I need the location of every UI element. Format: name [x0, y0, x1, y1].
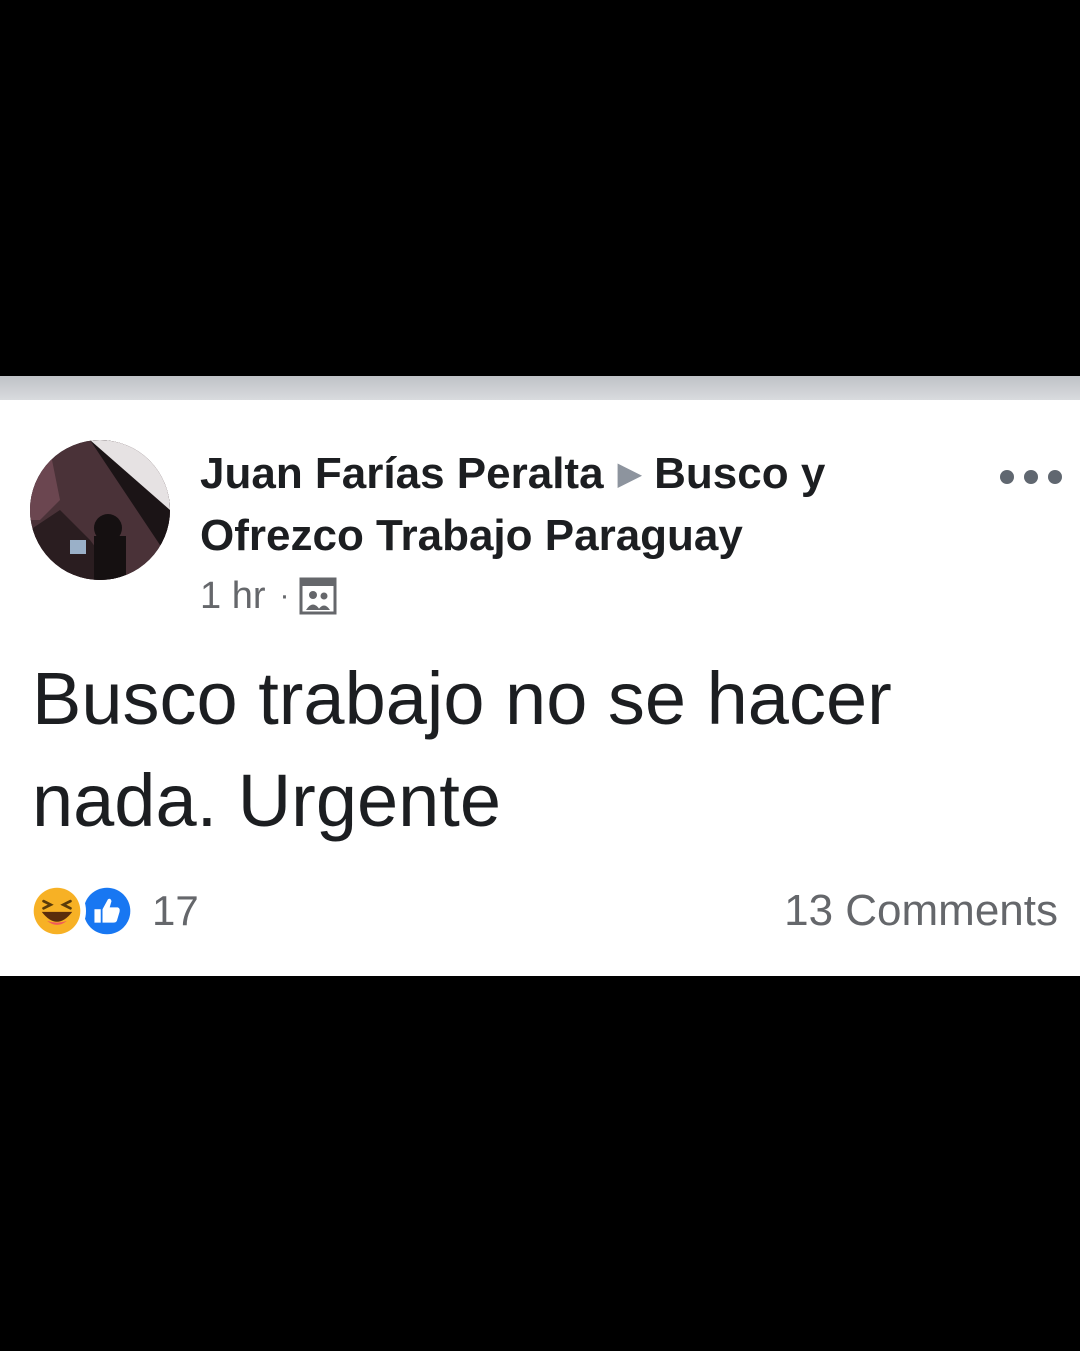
meta-separator: ·	[279, 579, 290, 612]
more-options-button[interactable]	[1000, 464, 1062, 490]
more-dot-icon	[1048, 470, 1062, 484]
comments-count-link[interactable]: 13 Comments	[784, 880, 1058, 942]
post-body: Busco trabajo no se hacer nada. Urgente	[32, 657, 892, 842]
author-avatar[interactable]	[30, 440, 170, 580]
shared-to-arrow-icon: ▶	[617, 455, 643, 491]
post-card: Juan Farías Peralta ▶ Busco y Ofrezco Trab…	[0, 400, 1080, 976]
top-divider-strip	[0, 376, 1080, 400]
reaction-count: 17	[152, 887, 199, 934]
group-audience-icon	[299, 577, 337, 615]
avatar-photo	[30, 440, 170, 580]
reactions-summary[interactable]: 17	[28, 880, 199, 942]
post-timestamp[interactable]: 1 hr	[200, 575, 265, 618]
like-icon	[78, 882, 136, 940]
more-dot-icon	[1000, 470, 1014, 484]
post-meta: 1 hr ·	[200, 570, 337, 622]
post-header: Juan Farías Peralta ▶ Busco y Ofrezco Trab…	[200, 442, 940, 567]
haha-icon	[28, 882, 86, 940]
more-dot-icon	[1024, 470, 1038, 484]
author-name[interactable]: Juan Farías Peralta	[200, 449, 604, 498]
